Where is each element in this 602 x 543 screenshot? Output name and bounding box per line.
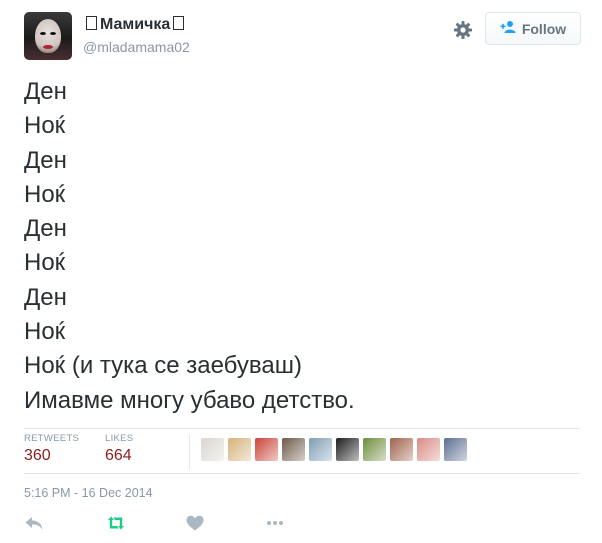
liker-avatar[interactable] [363,438,386,461]
tweet-line: Ден [24,146,67,174]
tweet-line: Ден [24,78,67,105]
tweet-line: Ноќ [24,180,66,208]
tweet-stats: RETWEETS 360 LIKES 664 [24,428,580,474]
retweets-count: 360 [24,447,51,464]
liker-avatar[interactable] [336,438,359,461]
follow-label: Follow [521,20,567,37]
retweets-label: RETWEETS [24,433,80,444]
tweet-header: Мамичка @mladamama02 Follow [24,12,581,62]
tweet-timestamp[interactable]: 5:16 PM - 16 Dec 2014 [24,486,153,500]
likes-count: 664 [105,447,132,464]
tweet-line: Ноќ (и тука се заебуваш) [24,352,302,380]
retweets-stat[interactable]: RETWEETS 360 [24,433,79,465]
add-user-icon [500,20,516,37]
heart-icon[interactable] [185,514,205,537]
tweet-text: Ден Ноќ Ден Ноќ Ден Ноќ Ден Ноќ Ноќ (и т… [24,75,580,418]
liker-avatars [201,438,467,461]
author-handle[interactable]: @mladamama02 [83,39,190,55]
liker-avatar[interactable] [309,438,332,461]
author-name-row[interactable]: Мамичка [83,16,187,34]
emoji-box-icon [86,16,97,30]
author-avatar[interactable] [24,12,72,60]
liker-avatar[interactable] [417,438,440,461]
liker-avatar[interactable] [201,438,224,461]
author-display-name[interactable]: Мамичка [100,16,170,33]
liker-avatar[interactable] [255,438,278,461]
gear-icon[interactable] [453,20,473,40]
more-icon[interactable] [265,514,285,537]
tweet-actions [24,514,324,536]
reply-icon[interactable] [24,514,44,537]
likes-label: LIKES [105,433,134,444]
tweet-line: Ноќ [24,318,66,346]
tweet-line: Ноќ [24,249,66,277]
tweet-line: Имавме многу убаво детство. [24,386,355,414]
stats-divider [189,435,190,469]
tweet-line: Ден [24,283,67,311]
retweet-icon[interactable] [106,514,126,537]
liker-avatar[interactable] [228,438,251,461]
liker-avatar[interactable] [444,438,467,461]
tweet-line: Ноќ [24,112,66,140]
emoji-box-icon [173,16,185,30]
liker-avatar[interactable] [282,438,305,461]
likes-stat[interactable]: LIKES 664 [105,433,133,465]
liker-avatar[interactable] [390,438,413,461]
follow-button[interactable]: Follow [485,12,581,45]
tweet-line: Ден [24,215,67,243]
